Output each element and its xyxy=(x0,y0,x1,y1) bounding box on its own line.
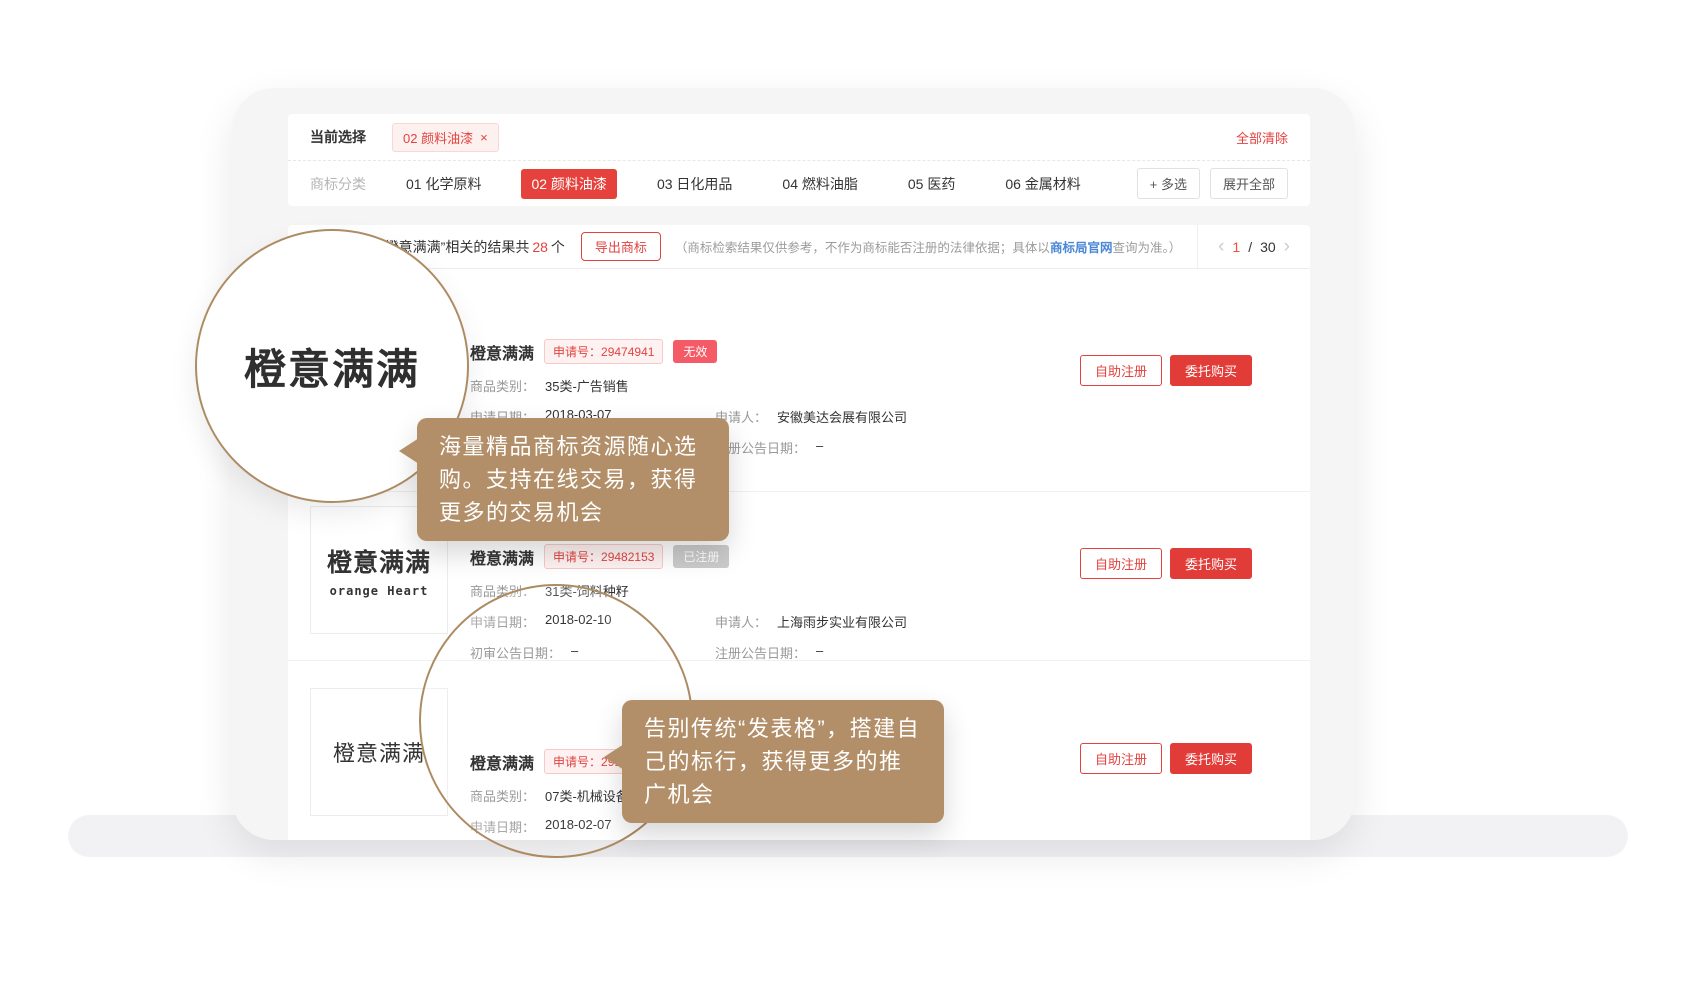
status-badge: 已注册 xyxy=(673,545,729,568)
entrust-buy-button[interactable]: 委托购买 xyxy=(1170,355,1252,386)
results-summary-suffix: 个 xyxy=(551,239,565,255)
selected-filter-tag[interactable]: 02 颜料油漆 × xyxy=(392,123,499,152)
category-row-label: 商标分类 xyxy=(310,174,366,194)
entrust-buy-button[interactable]: 委托购买 xyxy=(1170,743,1252,774)
row-actions: 自助注册 委托购买 xyxy=(1080,355,1252,386)
export-trademarks-button[interactable]: 导出商标 xyxy=(581,232,661,261)
tooltip-arrow-icon xyxy=(604,744,624,770)
application-number-label: 申请号： xyxy=(553,550,601,564)
row-actions: 自助注册 委托购买 xyxy=(1080,743,1252,774)
results-count: 28 xyxy=(532,239,548,255)
title-line: 橙意满满 申请号：29474941 无效 xyxy=(470,339,907,364)
category-item-05[interactable]: 05 医药 xyxy=(898,169,965,199)
tooltip-promotion: 告别传统“发表格”，搭建自己的标行，获得更多的推广机会 xyxy=(622,700,944,823)
applicant-value: 上海雨步实业有限公司 xyxy=(777,612,907,631)
category-label: 商品类别： xyxy=(470,376,535,395)
selected-filter-tag-label: 02 颜料油漆 xyxy=(403,128,473,147)
close-icon[interactable]: × xyxy=(480,131,488,144)
tooltip-trade-resources: 海量精品商标资源随心选购。支持在线交易，获得更多的交易机会 xyxy=(417,418,729,541)
self-register-button[interactable]: 自助注册 xyxy=(1080,548,1162,579)
tooltip-text: 海量精品商标资源随心选购。支持在线交易，获得更多的交易机会 xyxy=(439,434,698,525)
results-header: 为您检索到“橙意满满”相关的结果共28个 导出商标 （商标检索结果仅供参考，不作… xyxy=(288,225,1310,269)
category-item-01[interactable]: 01 化学原料 xyxy=(396,169,491,199)
expand-all-button[interactable]: 展开全部 xyxy=(1210,168,1288,199)
page-separator: / xyxy=(1248,239,1252,255)
category-value: 35类-广告销售 xyxy=(545,376,629,395)
trademark-name[interactable]: 橙意满满 xyxy=(470,340,534,364)
status-badge: 无效 xyxy=(673,340,717,363)
self-register-button[interactable]: 自助注册 xyxy=(1080,743,1162,774)
total-pages: 30 xyxy=(1260,239,1276,255)
reg-publication-value: – xyxy=(816,643,823,662)
title-line: 橙意满满 申请号：29482153 已注册 xyxy=(470,544,907,569)
clear-all-button[interactable]: 全部清除 xyxy=(1236,128,1288,147)
thumbnail-text: 橙意满满 xyxy=(327,543,431,579)
category-item-03[interactable]: 03 日化用品 xyxy=(647,169,742,199)
filter-card: 当前选择 02 颜料油漆 × 全部清除 商标分类 01 化学原料 02 颜料油漆… xyxy=(288,114,1310,206)
disclaimer-suffix: 查询为准。） xyxy=(1112,241,1181,255)
application-number-tag: 申请号：29474941 xyxy=(544,339,663,364)
category-item-02-active[interactable]: 02 颜料油漆 xyxy=(521,169,616,199)
trademark-office-link[interactable]: 商标局官网 xyxy=(1050,241,1113,255)
magnified-trademark-text: 橙意满满 xyxy=(244,336,420,397)
category-actions: + 多选 展开全部 xyxy=(1137,168,1288,199)
tooltip-text: 告别传统“发表格”，搭建自己的标行，获得更多的推广机会 xyxy=(644,716,920,807)
reg-publication-value: – xyxy=(816,438,823,457)
thumbnail-subtext: orange Heart xyxy=(330,584,429,598)
self-register-button[interactable]: 自助注册 xyxy=(1080,355,1162,386)
application-number-value: 29482153 xyxy=(601,550,654,564)
field-line: 商品类别： 35类-广告销售 xyxy=(470,376,907,395)
row-actions: 自助注册 委托购买 xyxy=(1080,548,1252,579)
application-number-label: 申请号： xyxy=(553,345,601,359)
next-page-icon[interactable]: › xyxy=(1284,237,1290,256)
multi-select-button[interactable]: + 多选 xyxy=(1137,168,1200,199)
applicant-label: 申请人： xyxy=(715,612,767,631)
application-number-tag: 申请号：29482153 xyxy=(544,544,663,569)
disclaimer-prefix: （商标检索结果仅供参考，不作为商标能否注册的法律依据；具体以 xyxy=(675,241,1050,255)
category-item-06[interactable]: 06 金属材料 xyxy=(995,169,1090,199)
entrust-buy-button[interactable]: 委托购买 xyxy=(1170,548,1252,579)
category-row: 商标分类 01 化学原料 02 颜料油漆 03 日化用品 04 燃料油脂 05 … xyxy=(288,160,1310,206)
disclaimer-note: （商标检索结果仅供参考，不作为商标能否注册的法律依据；具体以商标局官网查询为准。… xyxy=(675,237,1181,256)
application-number-value: 29474941 xyxy=(601,345,654,359)
category-item-04[interactable]: 04 燃料油脂 xyxy=(772,169,867,199)
pagination: ‹ 1 / 30 › xyxy=(1197,225,1310,268)
tooltip-arrow-icon xyxy=(399,438,419,464)
thumbnail-text: 橙意满满 xyxy=(333,736,425,768)
prev-page-icon[interactable]: ‹ xyxy=(1218,237,1224,256)
current-selection-label: 当前选择 xyxy=(310,127,366,147)
applicant-value: 安徽美达会展有限公司 xyxy=(777,407,907,426)
trademark-name[interactable]: 橙意满满 xyxy=(470,545,534,569)
current-page: 1 xyxy=(1232,239,1240,255)
reg-publication-label: 注册公告日期： xyxy=(715,643,806,662)
current-selection-row: 当前选择 02 颜料油漆 × 全部清除 xyxy=(288,114,1310,160)
